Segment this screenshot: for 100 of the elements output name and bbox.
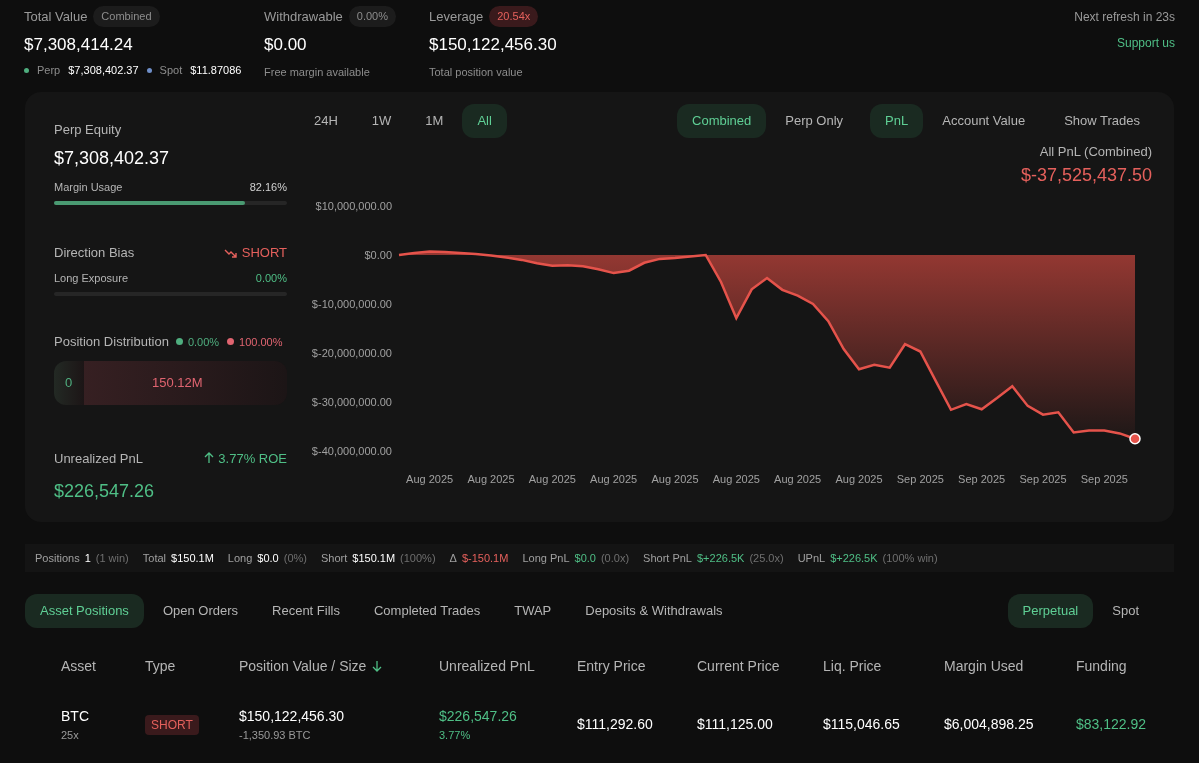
x-axis-label: Aug 2025 — [467, 472, 515, 485]
column-header[interactable]: Entry Price — [577, 655, 646, 677]
x-axis-label: Aug 2025 — [712, 472, 760, 485]
table-cell-text: $6,004,898.25 — [944, 715, 1035, 735]
long-exposure-reading: 0.00% — [255, 270, 287, 286]
end-point-marker — [1129, 432, 1141, 444]
stat-value: $+226.5K — [830, 550, 878, 566]
margin-usage-label: Margin Usage — [54, 179, 123, 195]
column-header[interactable]: Liq. Price — [823, 655, 882, 677]
stat-note: (100% win) — [882, 550, 938, 566]
summary-label: Leverage — [429, 7, 484, 26]
roe-value: 3.77% ROE — [218, 449, 287, 468]
distribution-percent: 100.00% — [239, 334, 283, 350]
summary-badge: 0.00% — [348, 6, 396, 27]
tab[interactable]: Asset Positions — [25, 594, 144, 628]
stat-value: $-150.1M — [461, 550, 509, 566]
table-cell-text: 3.77% — [439, 728, 472, 743]
tab[interactable]: Combined — [677, 104, 767, 138]
x-axis-label: Aug 2025 — [590, 472, 638, 485]
tab[interactable]: TWAP — [499, 594, 567, 628]
y-axis-label: $-20,000,000.00 — [311, 346, 392, 359]
summary-note: Total position value — [429, 65, 524, 80]
support-link[interactable]: Support us — [1116, 34, 1175, 52]
legend-value: $11.87086 — [190, 63, 242, 78]
tab[interactable]: PnL — [870, 104, 924, 138]
column-header[interactable]: Funding — [1076, 655, 1127, 677]
stat-label: Δ — [449, 550, 457, 566]
stat-label: Long PnL — [522, 550, 570, 566]
trend-down-icon — [223, 247, 238, 258]
stat-value: $0.0 — [574, 550, 596, 566]
y-axis-label: $-40,000,000.00 — [311, 444, 392, 457]
x-axis-label: Sep 2025 — [1019, 472, 1067, 485]
x-axis-label: Sep 2025 — [896, 472, 944, 485]
summary-value: $0.00 — [264, 33, 308, 56]
column-header[interactable]: Unrealized PnL — [439, 655, 535, 677]
column-header[interactable]: Position Value / Size — [239, 655, 367, 677]
stat-value: 1 — [84, 550, 91, 566]
legend-value: $7,308,402.37 — [68, 63, 139, 78]
stat-note: (25.0x) — [749, 550, 784, 566]
tab[interactable]: 1W — [356, 104, 407, 138]
tab[interactable]: Completed Trades — [358, 594, 496, 628]
show-trades-button[interactable]: Show Trades — [1052, 104, 1152, 138]
distribution-percent: 0.00% — [187, 334, 220, 350]
upnl-value: $226,547.26 — [54, 480, 156, 503]
summary-value: $150,122,456.30 — [429, 33, 558, 56]
tab[interactable]: 1M — [410, 104, 459, 138]
stat-label: Total — [142, 550, 167, 566]
tab[interactable]: Spot — [1097, 594, 1154, 628]
summary-label: Total Value — [24, 7, 88, 26]
x-axis-label: Aug 2025 — [651, 472, 699, 485]
stat-note: (0.0x) — [600, 550, 630, 566]
table-cell-text: $83,122.92 — [1076, 715, 1148, 735]
side-badge: SHORT — [145, 714, 199, 735]
table-cell-text: $226,547.26 — [439, 707, 518, 726]
stat-value: $150.1M — [171, 550, 214, 566]
x-axis-label: Sep 2025 — [958, 472, 1006, 485]
y-axis-label: $10,000,000.00 — [315, 199, 392, 212]
chart-title: All PnL (Combined) — [1039, 143, 1152, 161]
column-header[interactable]: Type — [145, 655, 176, 677]
equity-label: Perp Equity — [54, 121, 123, 139]
tab[interactable]: Account Value — [927, 104, 1041, 138]
column-header[interactable]: Current Price — [697, 655, 780, 677]
stat-value: $150.1M — [352, 550, 396, 566]
sort-descending-icon[interactable] — [372, 660, 383, 672]
column-header[interactable]: Margin Used — [944, 655, 1024, 677]
column-header[interactable]: Asset — [61, 655, 96, 677]
tab[interactable]: Perp Only — [770, 104, 859, 138]
stat-note: (1 win) — [95, 550, 129, 566]
table-cell-text: $115,046.65 — [823, 715, 901, 735]
tab[interactable]: Open Orders — [147, 594, 254, 628]
legend-label: Perp — [37, 63, 61, 78]
x-axis-label: Aug 2025 — [774, 472, 822, 485]
summary-note: Free margin available — [264, 65, 371, 80]
stat-value: $0.0 — [257, 550, 279, 566]
table-cell-text: $111,292.60 — [577, 715, 654, 735]
tab[interactable]: All — [462, 104, 507, 138]
leverage-label: 25x — [61, 728, 80, 743]
table-cell-text: $111,125.00 — [697, 715, 774, 735]
y-axis-label: $-30,000,000.00 — [311, 395, 392, 408]
arrow-up-icon — [204, 452, 215, 465]
long-exposure-label: Long Exposure — [54, 270, 128, 286]
legend-label: Spot — [159, 63, 183, 78]
tab[interactable]: Perpetual — [1007, 594, 1094, 628]
tab[interactable]: Deposits & Withdrawals — [570, 594, 738, 628]
summary-label: Withdrawable — [264, 7, 343, 26]
stat-label: Short — [321, 550, 348, 566]
x-axis-label: Aug 2025 — [528, 472, 576, 485]
direction-label: Direction Bias — [54, 244, 135, 262]
summary-badge: 20.54x — [489, 6, 539, 27]
tab[interactable]: 24H — [299, 104, 353, 138]
stat-label: UPnL — [797, 550, 826, 566]
stat-note: (0%) — [283, 550, 307, 566]
table-cell-text: $150,122,456.30 — [239, 707, 346, 726]
stat-label: Long — [227, 550, 253, 566]
refresh-timer: Next refresh in 23s — [1074, 9, 1175, 26]
tab[interactable]: Recent Fills — [257, 594, 355, 628]
equity-value: $7,308,402.37 — [54, 146, 171, 170]
upnl-label: Unrealized PnL — [54, 449, 143, 468]
stat-label: Positions — [35, 550, 80, 566]
table-cell-text: -1,350.93 BTC — [239, 728, 312, 743]
